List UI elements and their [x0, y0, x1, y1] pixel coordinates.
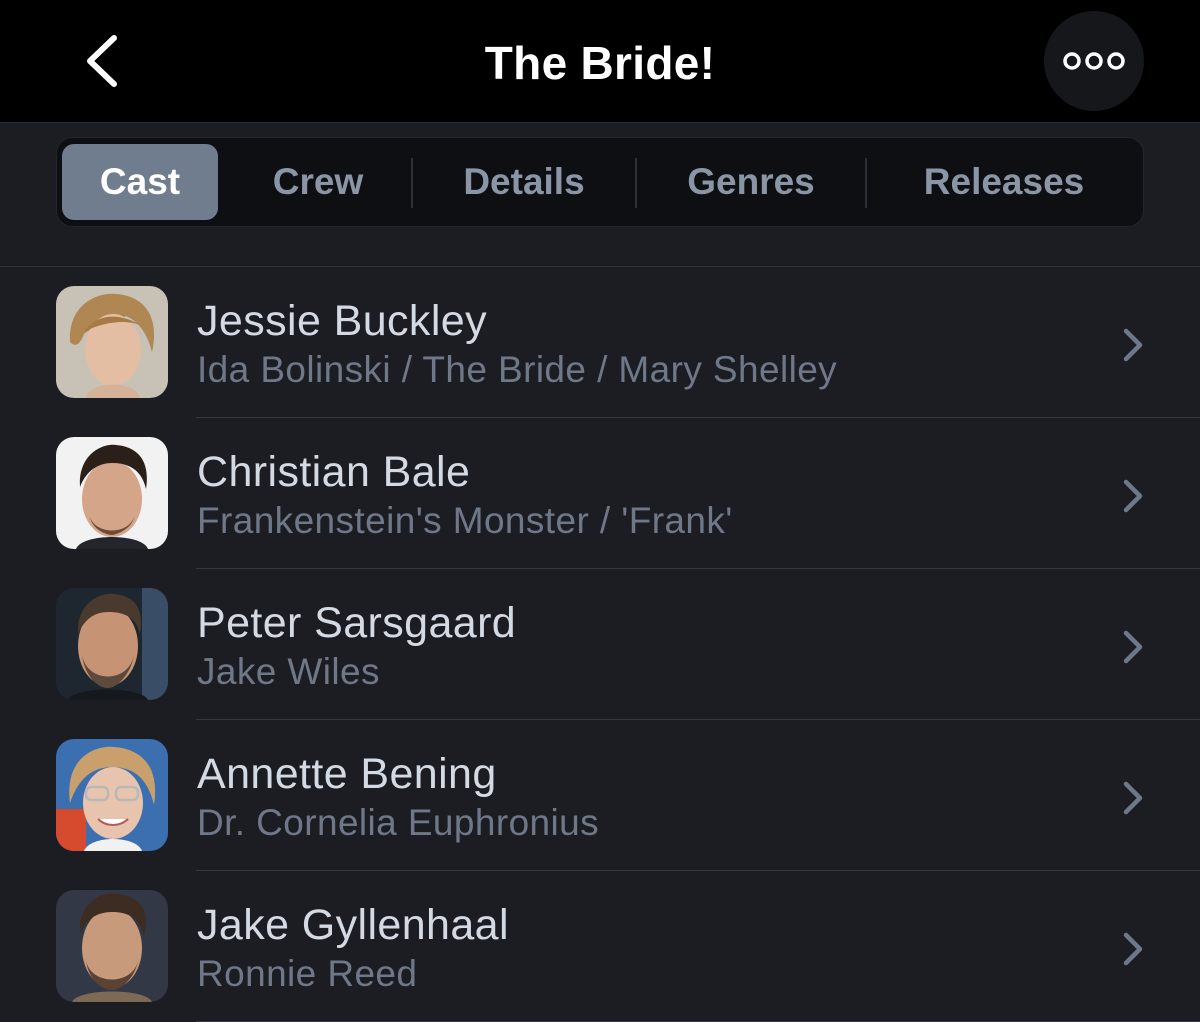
tab-genres[interactable]: Genres — [643, 144, 859, 220]
tabs-bar: Cast Crew Details Genres Releases — [0, 122, 1200, 267]
ellipsis-icon — [1063, 52, 1125, 70]
chevron-right-icon — [1123, 328, 1143, 362]
nav-bar: The Bride! — [0, 0, 1200, 122]
character-name: Dr. Cornelia Euphronius — [197, 802, 600, 843]
chevron-right-icon — [1123, 932, 1143, 966]
avatar — [56, 890, 168, 1002]
tab-crew[interactable]: Crew — [232, 144, 404, 220]
actor-name: Jessie Buckley — [197, 297, 487, 345]
character-name: Frankenstein's Monster / 'Frank' — [197, 500, 733, 541]
cast-row[interactable]: Jessie Buckley Ida Bolinski / The Bride … — [0, 267, 1200, 418]
cast-row[interactable]: Annette Bening Dr. Cornelia Euphronius — [0, 720, 1200, 871]
cast-row[interactable]: Peter Sarsgaard Jake Wiles — [0, 569, 1200, 720]
chevron-right-icon — [1123, 630, 1143, 664]
more-options-button[interactable] — [1044, 11, 1144, 111]
tab-separator — [865, 158, 867, 208]
cast-row[interactable]: Jake Gyllenhaal Ronnie Reed — [0, 871, 1200, 1022]
tab-separator — [635, 158, 637, 208]
chevron-right-icon — [1123, 781, 1143, 815]
segmented-control: Cast Crew Details Genres Releases — [56, 137, 1144, 227]
chevron-left-icon — [87, 35, 117, 87]
character-name: Jake Wiles — [197, 651, 380, 692]
tab-details[interactable]: Details — [419, 144, 629, 220]
chevron-right-icon — [1123, 479, 1143, 513]
page-title: The Bride! — [484, 37, 716, 89]
character-name: Ronnie Reed — [197, 953, 418, 994]
avatar — [56, 437, 168, 549]
character-name: Ida Bolinski / The Bride / Mary Shelley — [197, 349, 838, 390]
tab-separator — [411, 158, 413, 208]
actor-name: Annette Bening — [197, 750, 497, 798]
back-button[interactable] — [78, 30, 128, 90]
avatar — [56, 286, 168, 398]
cast-list: Jessie Buckley Ida Bolinski / The Bride … — [0, 267, 1200, 1022]
tab-cast[interactable]: Cast — [62, 144, 218, 220]
actor-name: Peter Sarsgaard — [197, 599, 517, 647]
avatar — [56, 588, 168, 700]
actor-name: Jake Gyllenhaal — [197, 901, 509, 949]
avatar — [56, 739, 168, 851]
tab-releases[interactable]: Releases — [873, 144, 1135, 220]
actor-name: Christian Bale — [197, 448, 471, 496]
cast-row[interactable]: Christian Bale Frankenstein's Monster / … — [0, 418, 1200, 569]
